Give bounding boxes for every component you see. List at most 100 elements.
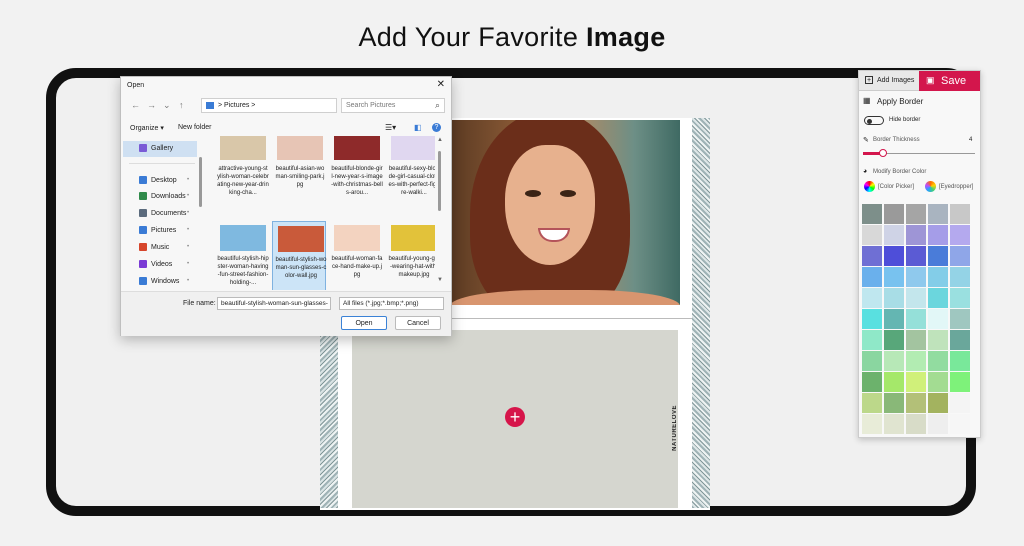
- color-swatch[interactable]: [928, 288, 948, 308]
- color-swatch[interactable]: [906, 309, 926, 329]
- hide-border-toggle[interactable]: [864, 116, 884, 125]
- color-swatch[interactable]: [884, 246, 904, 266]
- color-swatch[interactable]: [928, 393, 948, 413]
- file-item[interactable]: beautiful-woman-face-hand-make-up.jpg: [329, 221, 383, 290]
- sidebar-item-pictures[interactable]: Pictures •: [123, 223, 197, 239]
- file-item[interactable]: attractive-young-stylish-woman-celebrati…: [215, 163, 269, 219]
- preview-pane-icon[interactable]: ◧: [414, 123, 422, 132]
- file-thumbnail[interactable]: [334, 136, 380, 160]
- color-swatch[interactable]: [906, 330, 926, 350]
- color-swatch[interactable]: [906, 414, 926, 434]
- color-swatch[interactable]: [950, 204, 970, 224]
- color-swatch[interactable]: [862, 414, 882, 434]
- color-swatch[interactable]: [950, 267, 970, 287]
- file-name-input[interactable]: beautiful-stylish-woman-sun-glasses-: [217, 297, 331, 310]
- sidebar-item-music[interactable]: Music •: [123, 240, 197, 256]
- color-swatch[interactable]: [928, 204, 948, 224]
- search-box[interactable]: Search Pictures ⌕: [341, 98, 445, 113]
- color-swatch[interactable]: [862, 267, 882, 287]
- file-grid-scrollbar[interactable]: ▲ ▼: [435, 137, 445, 289]
- file-thumbnail[interactable]: [220, 136, 266, 160]
- color-swatch[interactable]: [884, 330, 904, 350]
- sidebar-item-gallery[interactable]: Gallery: [123, 141, 197, 157]
- color-swatch[interactable]: [950, 351, 970, 371]
- color-swatch[interactable]: [906, 267, 926, 287]
- color-swatch[interactable]: [928, 267, 948, 287]
- color-swatch[interactable]: [862, 351, 882, 371]
- sidebar-item-videos[interactable]: Videos •: [123, 257, 197, 273]
- color-swatch[interactable]: [928, 309, 948, 329]
- color-swatch[interactable]: [928, 414, 948, 434]
- color-swatch[interactable]: [862, 372, 882, 392]
- file-thumbnail[interactable]: [277, 136, 323, 160]
- sidebar-item-downloads[interactable]: Downloads •: [123, 189, 197, 205]
- color-swatch[interactable]: [862, 246, 882, 266]
- file-thumbnail[interactable]: [391, 136, 435, 160]
- file-type-select[interactable]: All files (*.jpg;*.bmp;*.png): [339, 297, 444, 310]
- color-swatch[interactable]: [884, 351, 904, 371]
- add-images-tab[interactable]: + Add Images: [859, 71, 919, 91]
- close-icon[interactable]: ✕: [437, 79, 445, 90]
- back-arrow-icon[interactable]: ←: [131, 100, 140, 110]
- color-swatch[interactable]: [884, 225, 904, 245]
- file-item[interactable]: beautiful-asian-woman-smiling-park.jpg: [272, 163, 326, 219]
- sidebar-scrollbar[interactable]: [199, 157, 202, 207]
- color-swatch[interactable]: [950, 225, 970, 245]
- color-swatch[interactable]: [928, 351, 948, 371]
- color-swatch[interactable]: [884, 204, 904, 224]
- help-icon[interactable]: ?: [432, 123, 441, 132]
- portrait-photo[interactable]: [450, 120, 680, 305]
- scroll-thumb[interactable]: [438, 151, 441, 211]
- color-swatch[interactable]: [950, 330, 970, 350]
- address-bar[interactable]: > Pictures > ⌄ ↻: [201, 98, 404, 113]
- color-swatch[interactable]: [950, 288, 970, 308]
- save-button[interactable]: ▣ Save: [919, 71, 980, 91]
- color-swatch[interactable]: [906, 225, 926, 245]
- color-swatch[interactable]: [906, 372, 926, 392]
- color-swatch[interactable]: [928, 330, 948, 350]
- view-options-icon[interactable]: ☰▾: [385, 123, 396, 132]
- color-swatch[interactable]: [862, 309, 882, 329]
- color-swatch[interactable]: [884, 267, 904, 287]
- forward-arrow-icon[interactable]: →: [147, 100, 156, 110]
- cancel-button[interactable]: Cancel: [395, 316, 441, 330]
- color-swatch[interactable]: [950, 372, 970, 392]
- color-swatch[interactable]: [950, 393, 970, 413]
- color-swatch[interactable]: [906, 393, 926, 413]
- color-swatch[interactable]: [884, 288, 904, 308]
- color-swatch[interactable]: [928, 372, 948, 392]
- color-swatch[interactable]: [906, 288, 926, 308]
- organize-menu[interactable]: Organize ▾: [130, 124, 164, 132]
- new-folder-button[interactable]: New folder: [178, 124, 211, 131]
- file-item[interactable]: beautiful-blonde-girl-new-year-s-image-w…: [329, 163, 383, 219]
- slider-thumb[interactable]: [879, 149, 887, 157]
- color-swatch[interactable]: [928, 225, 948, 245]
- file-item[interactable]: beautiful-stylish-woman-sun-glasses-colo…: [272, 221, 327, 290]
- open-button[interactable]: Open: [341, 316, 387, 330]
- color-swatch[interactable]: [884, 414, 904, 434]
- color-swatch[interactable]: [928, 246, 948, 266]
- color-swatch[interactable]: [906, 204, 926, 224]
- color-swatch[interactable]: [906, 351, 926, 371]
- color-swatch[interactable]: [862, 393, 882, 413]
- add-image-button[interactable]: +: [505, 407, 525, 427]
- sidebar-item-documents[interactable]: Documents •: [123, 206, 197, 222]
- file-item[interactable]: beautiful-young-girl-wearing-hat-with-ma…: [386, 221, 435, 290]
- scroll-up-icon[interactable]: ▲: [437, 137, 443, 143]
- up-arrow-icon[interactable]: ↑: [179, 100, 184, 110]
- recent-dropdown-icon[interactable]: ⌄: [163, 100, 171, 111]
- color-swatch[interactable]: [884, 309, 904, 329]
- color-swatch[interactable]: [950, 414, 970, 434]
- file-item[interactable]: beautiful-sexy-blonde-girl-casual-clothe…: [386, 163, 435, 219]
- path-pictures[interactable]: Pictures: [224, 102, 249, 109]
- color-swatch[interactable]: [862, 288, 882, 308]
- scroll-down-icon[interactable]: ▼: [437, 277, 443, 283]
- color-swatch[interactable]: [862, 330, 882, 350]
- file-item[interactable]: beautiful-stylish-hipster-woman-having-f…: [215, 221, 269, 290]
- color-swatch[interactable]: [862, 225, 882, 245]
- color-swatch[interactable]: [906, 246, 926, 266]
- color-swatch[interactable]: [884, 393, 904, 413]
- color-swatch[interactable]: [950, 246, 970, 266]
- sidebar-item-desktop[interactable]: Desktop •: [123, 173, 197, 189]
- color-swatch[interactable]: [950, 309, 970, 329]
